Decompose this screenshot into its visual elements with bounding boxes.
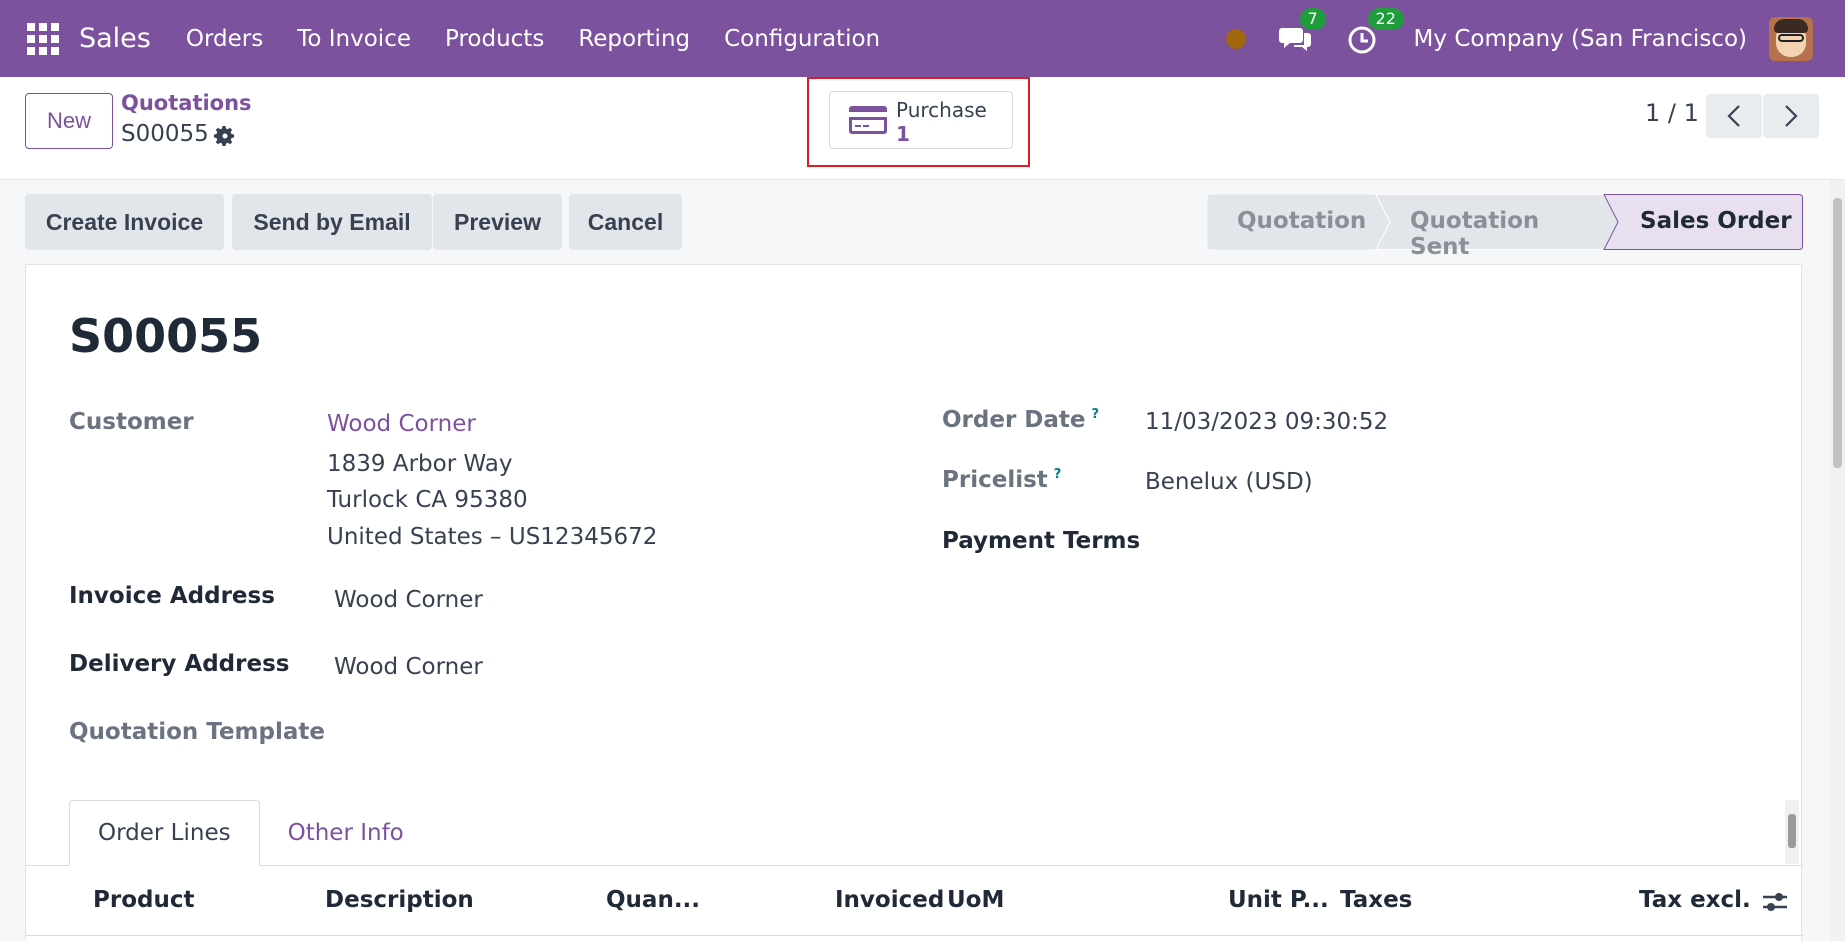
- customer-address-line-3: United States – US12345672: [327, 524, 658, 550]
- cancel-button[interactable]: Cancel: [569, 194, 682, 250]
- customer-address-line-2: Turlock CA 95380: [327, 487, 528, 513]
- customer-label: Customer: [69, 409, 194, 435]
- stage-sales-order[interactable]: Sales Order: [1640, 208, 1792, 234]
- menu-reporting[interactable]: Reporting: [561, 26, 707, 52]
- customer-link[interactable]: Wood Corner: [327, 411, 476, 437]
- user-avatar[interactable]: [1769, 16, 1813, 61]
- send-by-email-button[interactable]: Send by Email: [232, 194, 432, 250]
- column-quantity[interactable]: Quan...: [606, 887, 700, 913]
- control-panel: New Quotations S00055 Purchase 1 1 / 1: [0, 77, 1845, 180]
- app-menu-grid-icon[interactable]: [27, 22, 59, 55]
- column-invoiced[interactable]: Invoiced: [835, 887, 944, 913]
- column-product[interactable]: Product: [93, 887, 194, 913]
- breadcrumb-record: S00055: [121, 121, 209, 147]
- pricelist-help-icon[interactable]: ?: [1054, 467, 1062, 482]
- menu-products[interactable]: Products: [428, 26, 561, 52]
- top-navbar: Sales Orders To Invoice Products Reporti…: [0, 0, 1845, 77]
- pricelist-label: Pricelist?: [942, 467, 1062, 493]
- column-taxes[interactable]: Taxes: [1340, 887, 1412, 913]
- chat-count-badge: 7: [1299, 7, 1326, 30]
- status-dot-icon[interactable]: [1225, 28, 1246, 49]
- column-tax-excl[interactable]: Tax excl.: [1639, 887, 1751, 913]
- activity-clock-icon[interactable]: 22: [1346, 7, 1404, 56]
- chevron-left-icon: [1727, 105, 1740, 127]
- column-unit-price[interactable]: Unit P...: [1228, 887, 1329, 913]
- breadcrumb-quotations[interactable]: Quotations: [121, 91, 252, 115]
- app-brand[interactable]: Sales: [79, 23, 151, 54]
- purchase-smart-button[interactable]: Purchase 1: [829, 91, 1013, 149]
- company-switcher[interactable]: My Company (San Francisco): [1414, 26, 1747, 52]
- pricelist-field[interactable]: Benelux (USD): [1145, 469, 1313, 495]
- menu-configuration[interactable]: Configuration: [707, 26, 897, 52]
- quotation-template-label: Quotation Template: [69, 719, 325, 745]
- menu-to-invoice[interactable]: To Invoice: [280, 26, 428, 52]
- order-date-label: Order Date?: [942, 407, 1100, 433]
- pager-value[interactable]: 1 / 1: [1645, 99, 1699, 127]
- order-date-field[interactable]: 11/03/2023 09:30:52: [1145, 409, 1388, 435]
- tab-order-lines[interactable]: Order Lines: [69, 800, 260, 866]
- gear-icon[interactable]: [213, 124, 237, 148]
- column-options-icon[interactable]: [1761, 889, 1789, 915]
- payment-terms-label: Payment Terms: [942, 528, 1141, 554]
- pager-previous-button[interactable]: [1706, 94, 1762, 138]
- delivery-address-label: Delivery Address: [69, 651, 290, 677]
- preview-button[interactable]: Preview: [433, 194, 562, 250]
- activity-count-badge: 22: [1367, 7, 1404, 30]
- chevron-right-icon: [1785, 105, 1798, 127]
- pager-next-button[interactable]: [1763, 94, 1819, 138]
- create-invoice-button[interactable]: Create Invoice: [25, 194, 224, 250]
- table-header-divider: [26, 935, 1803, 936]
- stage-quotation-sent[interactable]: Quotation Sent: [1410, 208, 1539, 260]
- smart-button-count: 1: [896, 122, 910, 146]
- invoice-address-label: Invoice Address: [69, 583, 275, 609]
- delivery-address-field[interactable]: Wood Corner: [334, 654, 483, 680]
- form-sheet: S00055 Customer Wood Corner 1839 Arbor W…: [25, 264, 1803, 941]
- customer-address-line-1: 1839 Arbor Way: [327, 451, 513, 477]
- order-date-help-icon[interactable]: ?: [1092, 407, 1100, 422]
- column-description[interactable]: Description: [325, 887, 474, 913]
- invoice-address-field[interactable]: Wood Corner: [334, 587, 483, 613]
- page-title: S00055: [69, 309, 263, 363]
- chat-icon[interactable]: 7: [1278, 7, 1326, 56]
- stage-quotation[interactable]: Quotation: [1237, 208, 1366, 234]
- credit-card-icon: [849, 106, 887, 134]
- new-button[interactable]: New: [25, 93, 113, 149]
- table-scrollbar[interactable]: [1785, 800, 1799, 864]
- smart-button-label: Purchase: [896, 98, 987, 122]
- tab-other-info[interactable]: Other Info: [260, 800, 432, 866]
- column-uom[interactable]: UoM: [947, 887, 1004, 913]
- notebook-tabs: Order Lines Other Info: [69, 800, 432, 866]
- page-scrollbar[interactable]: [1830, 180, 1845, 941]
- menu-orders[interactable]: Orders: [169, 26, 280, 52]
